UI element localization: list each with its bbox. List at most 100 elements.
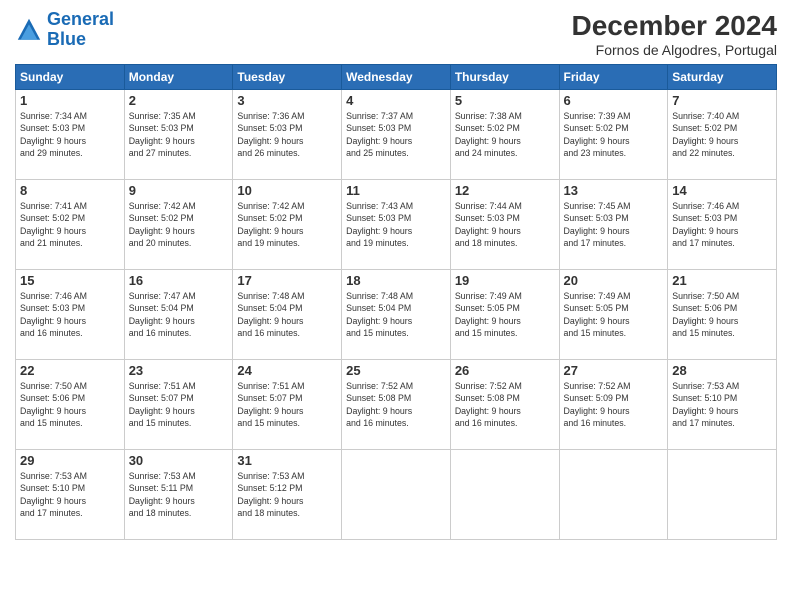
title-block: December 2024 Fornos de Algodres, Portug…: [572, 10, 777, 58]
day-detail: Sunrise: 7:49 AMSunset: 5:05 PMDaylight:…: [455, 290, 555, 339]
table-row: 4 Sunrise: 7:37 AMSunset: 5:03 PMDayligh…: [342, 90, 451, 180]
col-thursday: Thursday: [450, 65, 559, 90]
day-detail: Sunrise: 7:52 AMSunset: 5:09 PMDaylight:…: [564, 380, 664, 429]
day-number: 13: [564, 183, 664, 198]
table-row: 15 Sunrise: 7:46 AMSunset: 5:03 PMDaylig…: [16, 270, 125, 360]
table-row: 2 Sunrise: 7:35 AMSunset: 5:03 PMDayligh…: [124, 90, 233, 180]
col-friday: Friday: [559, 65, 668, 90]
day-detail: Sunrise: 7:36 AMSunset: 5:03 PMDaylight:…: [237, 110, 337, 159]
table-row: 29 Sunrise: 7:53 AMSunset: 5:10 PMDaylig…: [16, 450, 125, 540]
day-number: 1: [20, 93, 120, 108]
day-number: 2: [129, 93, 229, 108]
day-detail: Sunrise: 7:42 AMSunset: 5:02 PMDaylight:…: [237, 200, 337, 249]
calendar-subtitle: Fornos de Algodres, Portugal: [572, 42, 777, 58]
logo-text: General Blue: [47, 10, 114, 50]
table-row: 31 Sunrise: 7:53 AMSunset: 5:12 PMDaylig…: [233, 450, 342, 540]
day-detail: Sunrise: 7:53 AMSunset: 5:12 PMDaylight:…: [237, 470, 337, 519]
day-detail: Sunrise: 7:46 AMSunset: 5:03 PMDaylight:…: [672, 200, 772, 249]
day-detail: Sunrise: 7:47 AMSunset: 5:04 PMDaylight:…: [129, 290, 229, 339]
day-detail: Sunrise: 7:53 AMSunset: 5:10 PMDaylight:…: [672, 380, 772, 429]
day-detail: Sunrise: 7:48 AMSunset: 5:04 PMDaylight:…: [237, 290, 337, 339]
day-detail: Sunrise: 7:50 AMSunset: 5:06 PMDaylight:…: [672, 290, 772, 339]
day-detail: Sunrise: 7:43 AMSunset: 5:03 PMDaylight:…: [346, 200, 446, 249]
logo-icon: [15, 16, 43, 44]
table-row: 26 Sunrise: 7:52 AMSunset: 5:08 PMDaylig…: [450, 360, 559, 450]
day-number: 4: [346, 93, 446, 108]
day-detail: Sunrise: 7:38 AMSunset: 5:02 PMDaylight:…: [455, 110, 555, 159]
day-number: 17: [237, 273, 337, 288]
day-detail: Sunrise: 7:49 AMSunset: 5:05 PMDaylight:…: [564, 290, 664, 339]
table-row: 16 Sunrise: 7:47 AMSunset: 5:04 PMDaylig…: [124, 270, 233, 360]
day-detail: Sunrise: 7:52 AMSunset: 5:08 PMDaylight:…: [346, 380, 446, 429]
day-number: 12: [455, 183, 555, 198]
day-number: 15: [20, 273, 120, 288]
col-wednesday: Wednesday: [342, 65, 451, 90]
table-row: 9 Sunrise: 7:42 AMSunset: 5:02 PMDayligh…: [124, 180, 233, 270]
day-detail: Sunrise: 7:44 AMSunset: 5:03 PMDaylight:…: [455, 200, 555, 249]
col-saturday: Saturday: [668, 65, 777, 90]
col-tuesday: Tuesday: [233, 65, 342, 90]
day-number: 9: [129, 183, 229, 198]
table-row: 5 Sunrise: 7:38 AMSunset: 5:02 PMDayligh…: [450, 90, 559, 180]
table-row: 23 Sunrise: 7:51 AMSunset: 5:07 PMDaylig…: [124, 360, 233, 450]
day-number: 25: [346, 363, 446, 378]
day-detail: Sunrise: 7:42 AMSunset: 5:02 PMDaylight:…: [129, 200, 229, 249]
table-row: 13 Sunrise: 7:45 AMSunset: 5:03 PMDaylig…: [559, 180, 668, 270]
table-row: 1 Sunrise: 7:34 AMSunset: 5:03 PMDayligh…: [16, 90, 125, 180]
day-number: 10: [237, 183, 337, 198]
day-detail: Sunrise: 7:53 AMSunset: 5:10 PMDaylight:…: [20, 470, 120, 519]
day-number: 23: [129, 363, 229, 378]
day-detail: Sunrise: 7:39 AMSunset: 5:02 PMDaylight:…: [564, 110, 664, 159]
table-row: 8 Sunrise: 7:41 AMSunset: 5:02 PMDayligh…: [16, 180, 125, 270]
calendar-title: December 2024: [572, 10, 777, 42]
calendar-header-row: Sunday Monday Tuesday Wednesday Thursday…: [16, 65, 777, 90]
day-number: 18: [346, 273, 446, 288]
table-row: 25 Sunrise: 7:52 AMSunset: 5:08 PMDaylig…: [342, 360, 451, 450]
calendar-week-row: 15 Sunrise: 7:46 AMSunset: 5:03 PMDaylig…: [16, 270, 777, 360]
day-detail: Sunrise: 7:51 AMSunset: 5:07 PMDaylight:…: [237, 380, 337, 429]
table-row: 17 Sunrise: 7:48 AMSunset: 5:04 PMDaylig…: [233, 270, 342, 360]
day-number: 31: [237, 453, 337, 468]
day-number: 30: [129, 453, 229, 468]
table-row: 20 Sunrise: 7:49 AMSunset: 5:05 PMDaylig…: [559, 270, 668, 360]
day-number: 6: [564, 93, 664, 108]
table-row: 27 Sunrise: 7:52 AMSunset: 5:09 PMDaylig…: [559, 360, 668, 450]
table-row: 22 Sunrise: 7:50 AMSunset: 5:06 PMDaylig…: [16, 360, 125, 450]
day-number: 14: [672, 183, 772, 198]
calendar-week-row: 29 Sunrise: 7:53 AMSunset: 5:10 PMDaylig…: [16, 450, 777, 540]
day-number: 22: [20, 363, 120, 378]
day-number: 16: [129, 273, 229, 288]
day-detail: Sunrise: 7:37 AMSunset: 5:03 PMDaylight:…: [346, 110, 446, 159]
col-monday: Monday: [124, 65, 233, 90]
day-number: 3: [237, 93, 337, 108]
table-row: 3 Sunrise: 7:36 AMSunset: 5:03 PMDayligh…: [233, 90, 342, 180]
table-row: [668, 450, 777, 540]
day-detail: Sunrise: 7:51 AMSunset: 5:07 PMDaylight:…: [129, 380, 229, 429]
col-sunday: Sunday: [16, 65, 125, 90]
table-row: 6 Sunrise: 7:39 AMSunset: 5:02 PMDayligh…: [559, 90, 668, 180]
day-number: 20: [564, 273, 664, 288]
table-row: [559, 450, 668, 540]
calendar-week-row: 22 Sunrise: 7:50 AMSunset: 5:06 PMDaylig…: [16, 360, 777, 450]
day-number: 19: [455, 273, 555, 288]
day-detail: Sunrise: 7:48 AMSunset: 5:04 PMDaylight:…: [346, 290, 446, 339]
table-row: 14 Sunrise: 7:46 AMSunset: 5:03 PMDaylig…: [668, 180, 777, 270]
table-row: 7 Sunrise: 7:40 AMSunset: 5:02 PMDayligh…: [668, 90, 777, 180]
table-row: 18 Sunrise: 7:48 AMSunset: 5:04 PMDaylig…: [342, 270, 451, 360]
day-number: 21: [672, 273, 772, 288]
calendar-week-row: 8 Sunrise: 7:41 AMSunset: 5:02 PMDayligh…: [16, 180, 777, 270]
day-detail: Sunrise: 7:53 AMSunset: 5:11 PMDaylight:…: [129, 470, 229, 519]
day-number: 24: [237, 363, 337, 378]
table-row: [450, 450, 559, 540]
table-row: 12 Sunrise: 7:44 AMSunset: 5:03 PMDaylig…: [450, 180, 559, 270]
table-row: 10 Sunrise: 7:42 AMSunset: 5:02 PMDaylig…: [233, 180, 342, 270]
table-row: [342, 450, 451, 540]
day-detail: Sunrise: 7:35 AMSunset: 5:03 PMDaylight:…: [129, 110, 229, 159]
table-row: 30 Sunrise: 7:53 AMSunset: 5:11 PMDaylig…: [124, 450, 233, 540]
day-detail: Sunrise: 7:52 AMSunset: 5:08 PMDaylight:…: [455, 380, 555, 429]
table-row: 28 Sunrise: 7:53 AMSunset: 5:10 PMDaylig…: [668, 360, 777, 450]
day-detail: Sunrise: 7:40 AMSunset: 5:02 PMDaylight:…: [672, 110, 772, 159]
day-number: 11: [346, 183, 446, 198]
day-detail: Sunrise: 7:50 AMSunset: 5:06 PMDaylight:…: [20, 380, 120, 429]
calendar-week-row: 1 Sunrise: 7:34 AMSunset: 5:03 PMDayligh…: [16, 90, 777, 180]
